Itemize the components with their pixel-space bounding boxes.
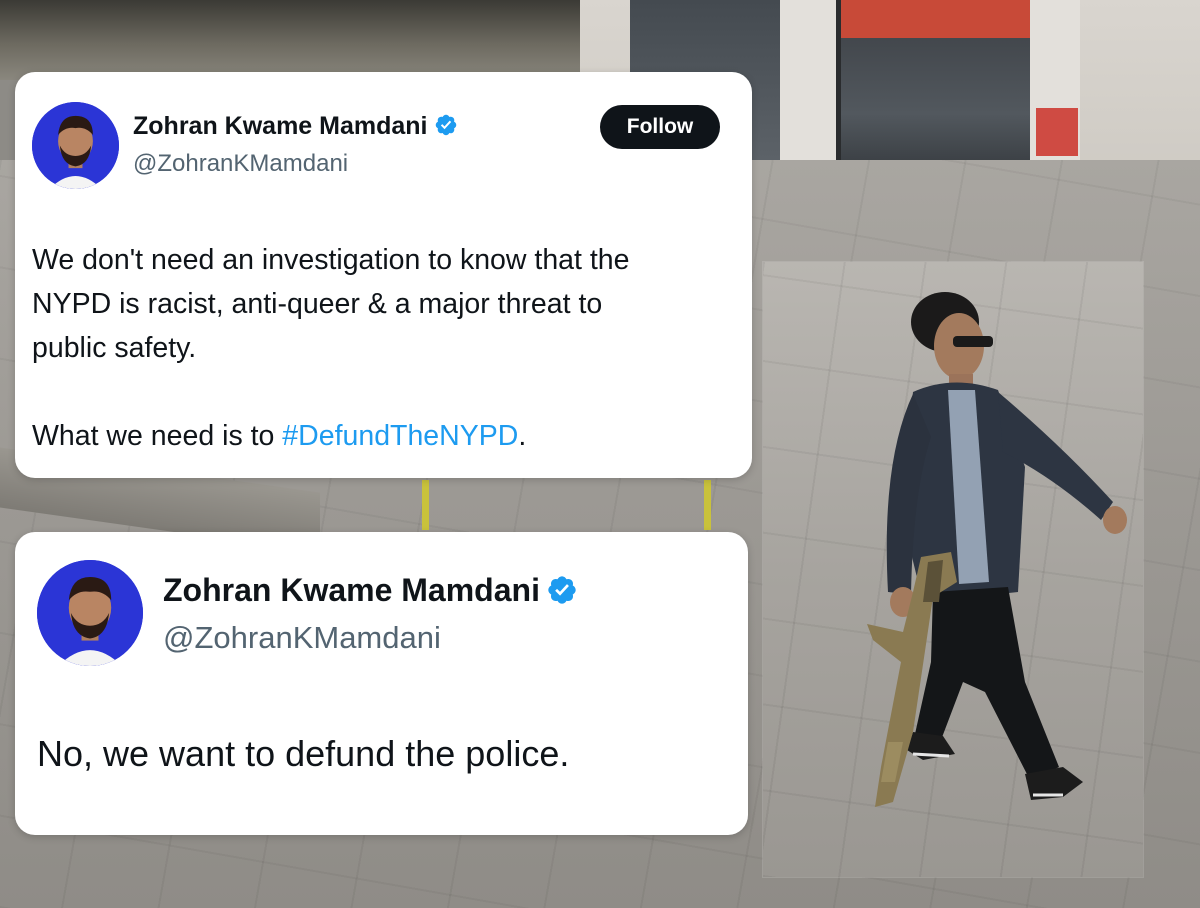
surveillance-photo — [763, 262, 1143, 877]
follow-button[interactable]: Follow — [600, 105, 720, 149]
avatar-portrait-icon — [37, 560, 143, 666]
tweet-text: We don't need an investigation to know t… — [32, 238, 747, 458]
tweet-card: Zohran Kwame Mamdani @ZohranKMamdani Fol… — [15, 72, 752, 478]
yellow-bollard — [704, 480, 711, 530]
author-name[interactable]: Zohran Kwame Mamdani — [163, 572, 578, 609]
author-handle[interactable]: @ZohranKMamdani — [133, 150, 348, 178]
street-scene — [0, 0, 620, 80]
man-with-rifle-figure — [867, 292, 1127, 807]
yellow-bollard — [422, 480, 429, 530]
tweet-body-end: . — [518, 420, 527, 452]
tweet-card: Zohran Kwame Mamdani @ZohranKMamdani No,… — [15, 532, 748, 835]
tweet-text: No, we want to defund the police. — [37, 733, 570, 774]
author-name-text: Zohran Kwame Mamdani — [133, 112, 428, 140]
profile-avatar[interactable] — [32, 102, 119, 189]
red-sign — [1036, 108, 1078, 156]
author-name[interactable]: Zohran Kwame Mamdani — [133, 112, 458, 141]
profile-avatar[interactable] — [37, 560, 143, 666]
building-pillar — [780, 0, 836, 168]
avatar-portrait-icon — [32, 102, 119, 189]
author-name-text: Zohran Kwame Mamdani — [163, 572, 540, 608]
verified-badge-icon — [548, 575, 576, 604]
hashtag-link[interactable]: #DefundTheNYPD — [282, 420, 518, 452]
author-handle[interactable]: @ZohranKMamdani — [163, 620, 441, 656]
verified-badge-icon — [435, 115, 456, 136]
